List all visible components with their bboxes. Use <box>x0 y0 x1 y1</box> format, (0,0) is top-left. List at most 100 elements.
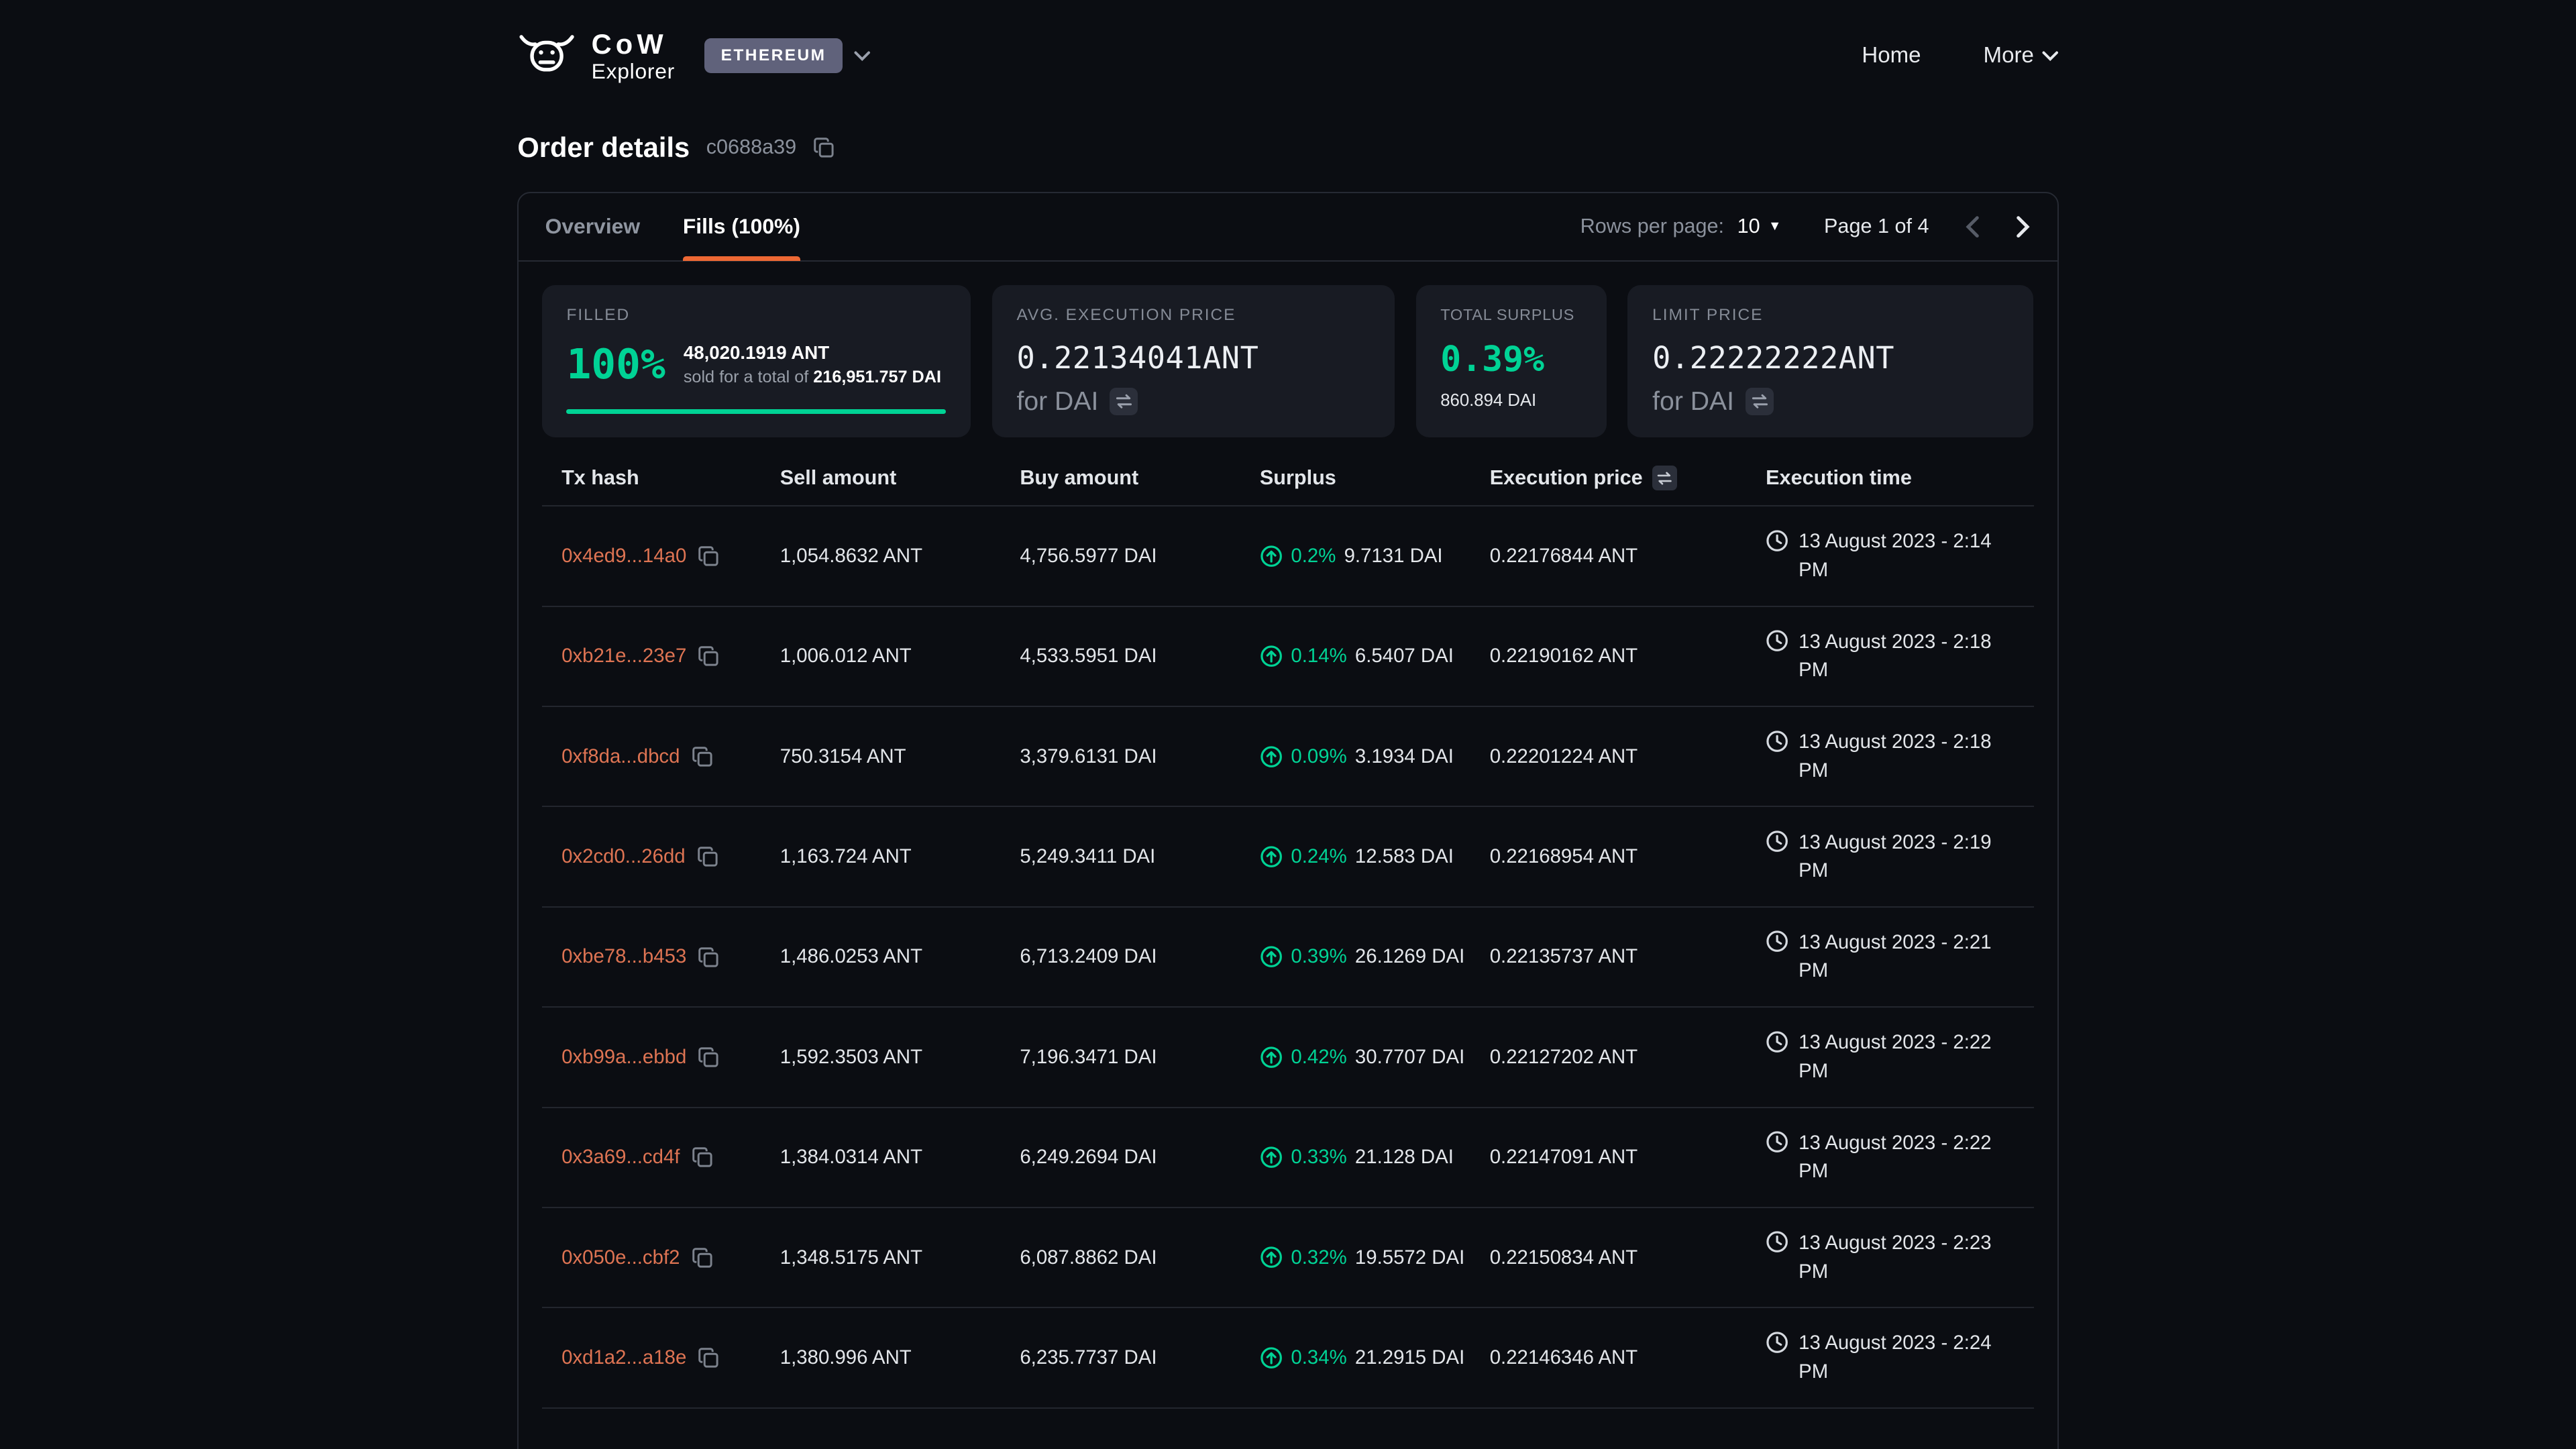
copy-tx-button[interactable] <box>698 545 719 567</box>
copy-icon <box>698 1046 719 1068</box>
network-selector[interactable]: ETHEREUM <box>704 38 871 73</box>
buy-amount-cell: 4,756.5977 DAI <box>1020 545 1260 568</box>
copy-tx-button[interactable] <box>698 1046 719 1068</box>
table-row: 0xd1a2...a18e <box>542 1308 2035 1408</box>
surplus-amount-value: 3.1934 DAI <box>1355 745 1454 768</box>
copy-tx-button[interactable] <box>698 645 719 667</box>
page-title-row: Order details c0688a39 <box>517 131 2058 164</box>
tx-hash-cell: 0x4ed9...14a0 <box>561 545 780 568</box>
rows-per-page-select[interactable]: 10 ▼ <box>1737 215 1782 238</box>
main-nav: Home More <box>1862 43 2058 68</box>
execution-price-cell: 0.22146346 ANT <box>1490 1346 1766 1369</box>
th-sell-amount: Sell amount <box>780 466 1020 490</box>
limit-price-unit: for DAI <box>1652 387 1734 417</box>
copy-icon <box>698 545 719 567</box>
execution-time-value: 13 August 2023 - 2:21 PM <box>1799 928 2008 985</box>
order-details-panel: Overview Fills (100%) Rows per page: 10 … <box>517 192 2058 1449</box>
clock-icon <box>1766 930 1788 953</box>
nav-more[interactable]: More <box>1984 43 2059 68</box>
tx-hash-link[interactable]: 0xb21e...23e7 <box>561 645 686 667</box>
prev-page-button[interactable] <box>1965 215 1980 238</box>
copy-order-id-button[interactable] <box>813 137 835 158</box>
tx-hash-link[interactable]: 0x4ed9...14a0 <box>561 545 686 568</box>
tx-hash-cell: 0xd1a2...a18e <box>561 1346 780 1369</box>
copy-tx-button[interactable] <box>697 846 718 867</box>
copy-icon <box>698 645 719 667</box>
tx-hash-link[interactable]: 0x2cd0...26dd <box>561 845 686 868</box>
swap-token-icon[interactable] <box>1110 388 1138 416</box>
stats-row: FILLED 100% 48,020.1919 ANT sold for a t… <box>542 285 2035 438</box>
copy-tx-button[interactable] <box>692 746 713 767</box>
avg-price-value: 0.22134041ANT <box>1016 340 1370 376</box>
copy-tx-button[interactable] <box>698 947 719 968</box>
table-row: 0x3a69...cd4f <box>542 1108 2035 1208</box>
tab-overview-label: Overview <box>545 214 641 239</box>
sell-amount-cell: 1,054.8632 ANT <box>780 545 1020 568</box>
tx-hash-link[interactable]: 0xb99a...ebbd <box>561 1046 686 1069</box>
buy-amount-cell: 4,533.5951 DAI <box>1020 645 1260 667</box>
buy-amount-cell: 6,235.7737 DAI <box>1020 1346 1260 1369</box>
sell-amount-cell: 1,380.996 ANT <box>780 1346 1020 1369</box>
copy-icon <box>698 1347 719 1368</box>
tx-hash-cell: 0xbe78...b453 <box>561 945 780 968</box>
table-row: 0x050e...cbf2 <box>542 1208 2035 1308</box>
execution-time-cell: 13 August 2023 - 2:22 PM <box>1766 1028 2015 1085</box>
network-badge: ETHEREUM <box>704 38 843 73</box>
execution-time-cell: 13 August 2023 - 2:21 PM <box>1766 928 2015 985</box>
sell-amount-cell: 1,006.012 ANT <box>780 645 1020 667</box>
arrow-up-circle-icon <box>1260 1346 1283 1369</box>
tx-hash-cell: 0x2cd0...26dd <box>561 845 780 868</box>
execution-time-cell: 13 August 2023 - 2:23 PM <box>1766 1229 2015 1286</box>
swap-token-icon[interactable] <box>1746 388 1774 416</box>
surplus-amount-value: 21.128 DAI <box>1355 1146 1454 1169</box>
tx-hash-link[interactable]: 0xd1a2...a18e <box>561 1346 686 1369</box>
surplus-cell: 0.24% 12.583 DAI <box>1260 845 1490 868</box>
nav-home[interactable]: Home <box>1862 43 1921 68</box>
th-tx-hash: Tx hash <box>561 466 780 490</box>
tx-hash-link[interactable]: 0xbe78...b453 <box>561 945 686 968</box>
order-id: c0688a39 <box>706 136 796 159</box>
chevron-right-icon <box>2016 215 2031 238</box>
filled-progress-bar <box>566 409 946 414</box>
execution-time-cell: 13 August 2023 - 2:22 PM <box>1766 1129 2015 1186</box>
copy-tx-button[interactable] <box>692 1247 713 1269</box>
clock-icon <box>1766 730 1788 753</box>
surplus-amount-value: 26.1269 DAI <box>1355 945 1464 968</box>
surplus-cell: 0.42% 30.7707 DAI <box>1260 1046 1490 1069</box>
tab-overview[interactable]: Overview <box>545 193 641 262</box>
next-page-button[interactable] <box>2016 215 2031 238</box>
surplus-percent-value: 0.32% <box>1291 1246 1346 1269</box>
copy-tx-button[interactable] <box>698 1347 719 1368</box>
surplus-cell: 0.2% 9.7131 DAI <box>1260 545 1490 568</box>
filled-percent: 100% <box>566 341 665 388</box>
tx-hash-link[interactable]: 0x3a69...cd4f <box>561 1146 680 1169</box>
execution-time-value: 13 August 2023 - 2:23 PM <box>1799 1229 2008 1286</box>
tx-hash-link[interactable]: 0x050e...cbf2 <box>561 1246 680 1269</box>
copy-tx-button[interactable] <box>692 1146 713 1168</box>
invert-price-icon[interactable] <box>1652 466 1677 490</box>
tx-hash-cell: 0x050e...cbf2 <box>561 1246 780 1269</box>
buy-amount-cell: 5,249.3411 DAI <box>1020 845 1260 868</box>
surplus-percent-value: 0.14% <box>1291 645 1346 667</box>
execution-time-cell: 13 August 2023 - 2:24 PM <box>1766 1329 2015 1386</box>
surplus-amount-value: 21.2915 DAI <box>1355 1346 1464 1369</box>
filled-label: FILLED <box>566 306 946 325</box>
surplus-amount-value: 6.5407 DAI <box>1355 645 1454 667</box>
arrow-up-circle-icon <box>1260 1146 1283 1169</box>
sell-amount-cell: 1,163.724 ANT <box>780 845 1020 868</box>
th-execution-time: Execution time <box>1766 466 2015 490</box>
clock-icon <box>1766 1130 1788 1153</box>
table-row: 0xbe78...b453 <box>542 908 2035 1008</box>
execution-time-cell: 13 August 2023 - 2:19 PM <box>1766 828 2015 885</box>
copy-icon <box>698 947 719 968</box>
sell-amount-cell: 1,486.0253 ANT <box>780 945 1020 968</box>
tab-fills[interactable]: Fills (100%) <box>683 193 800 262</box>
rows-per-page-value: 10 <box>1737 215 1760 238</box>
surplus-percent-value: 0.42% <box>1291 1046 1346 1069</box>
surplus-label: TOTAL SURPLUS <box>1440 306 1582 324</box>
sell-amount-cell: 1,384.0314 ANT <box>780 1146 1020 1169</box>
tab-fills-label: Fills (100%) <box>683 214 800 239</box>
execution-time-cell: 13 August 2023 - 2:14 PM <box>1766 527 2015 584</box>
brand-logo[interactable]: CoW Explorer <box>517 30 675 83</box>
tx-hash-link[interactable]: 0xf8da...dbcd <box>561 745 680 768</box>
